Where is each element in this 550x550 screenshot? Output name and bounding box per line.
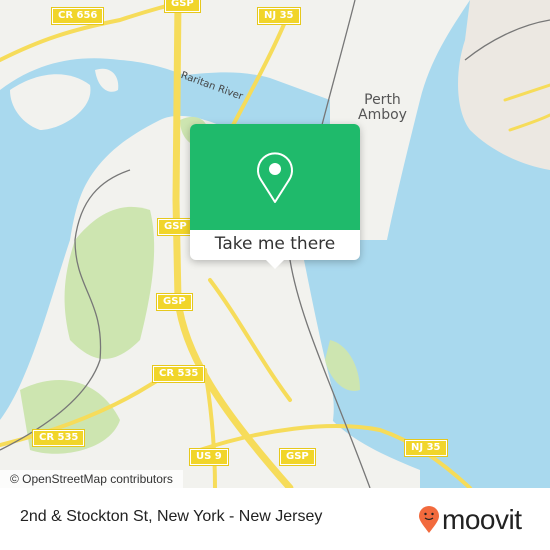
moovit-logo: moovit xyxy=(418,504,522,535)
route-shield: GSP xyxy=(157,218,194,236)
route-shield: US 9 xyxy=(189,448,229,466)
take-me-there-button[interactable]: Take me there xyxy=(190,230,360,260)
location-title: 2nd & Stockton St, New York - New Jersey xyxy=(20,508,323,525)
route-shield: GSP xyxy=(156,293,193,311)
brand-wordmark: moovit xyxy=(442,504,522,535)
popup-header xyxy=(190,124,360,230)
location-popup: Take me there xyxy=(190,124,360,269)
route-shield: CR 535 xyxy=(151,365,206,383)
place-label: Perth Amboy xyxy=(358,92,407,123)
map-attribution[interactable]: © OpenStreetMap contributors xyxy=(0,470,183,488)
route-shield: CR 656 xyxy=(50,7,105,25)
map-canvas[interactable]: CR 656 GSP NJ 35 GSP GSP CR 535 CR 535 U… xyxy=(0,0,550,488)
route-shield: NJ 35 xyxy=(404,439,448,457)
map-pin-icon xyxy=(257,152,293,203)
route-shield: GSP xyxy=(279,448,316,466)
route-shield: GSP xyxy=(164,0,201,13)
park xyxy=(64,206,155,359)
moovit-pin-icon xyxy=(419,506,439,533)
popup-pointer xyxy=(266,260,284,269)
route-shield: CR 535 xyxy=(31,429,86,447)
route-shield: NJ 35 xyxy=(257,7,301,25)
